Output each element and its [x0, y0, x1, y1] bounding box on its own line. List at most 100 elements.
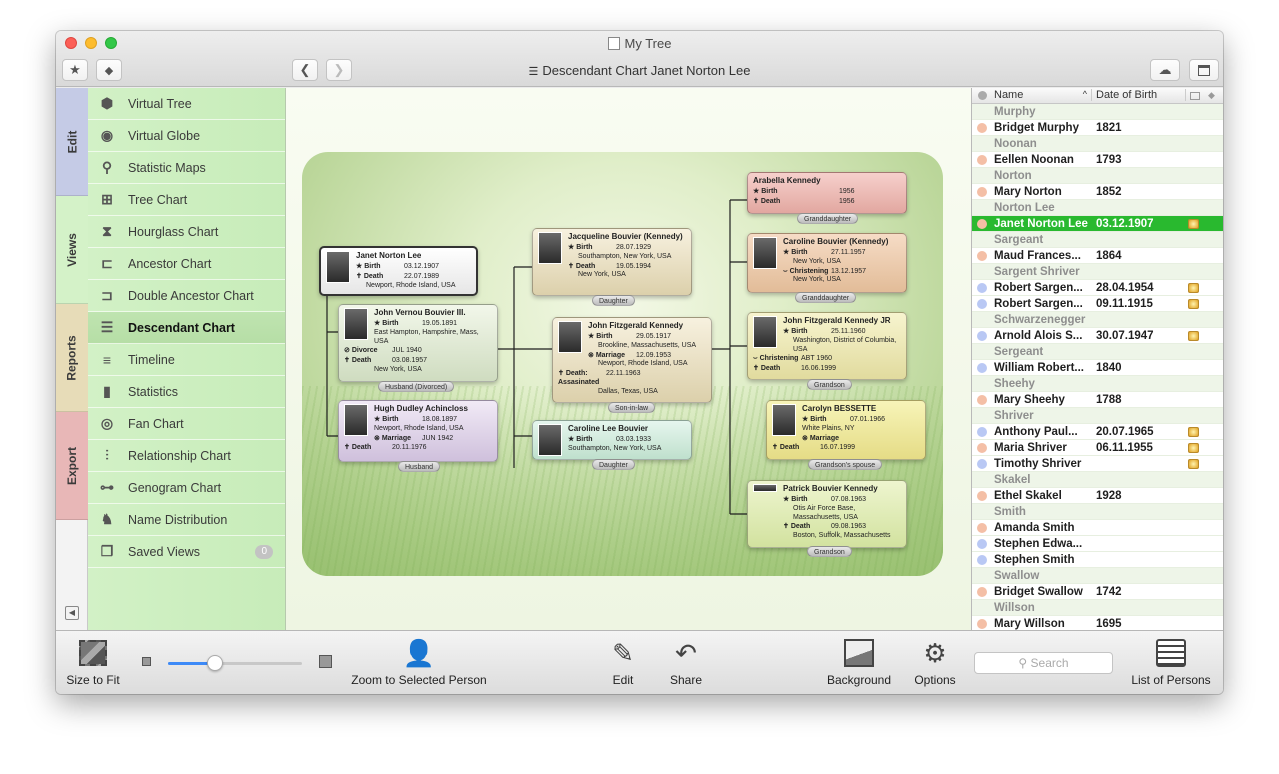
edit-button[interactable]: ✎ Edit [602, 631, 644, 694]
death-date: 20.11.1976 [392, 444, 427, 452]
birth-date: 19.05.1891 [422, 320, 458, 327]
tab-views[interactable]: Views [56, 196, 88, 304]
map-pin-icon: ⚲ [101, 159, 113, 175]
tab-export[interactable]: Export [56, 412, 88, 520]
person-birth-date: 1742 [1096, 586, 1122, 598]
chart-canvas[interactable]: Janet Norton Lee ★ Birth 03.12.1907 ✝ Dea… [286, 88, 971, 630]
sidebar-item-fan-chart[interactable]: ◎ Fan Chart [88, 408, 285, 440]
options-button[interactable]: ⚙ Options [909, 631, 961, 694]
christening-place: New York, USA [793, 276, 841, 284]
person-card-caroline-bouvier-kennedy[interactable]: Caroline Bouvier (Kennedy) ★ Birth 27.11.… [747, 233, 907, 293]
person-row[interactable]: Mary Willson 1695 [972, 616, 1223, 630]
person-card-hugh-dudley-achincloss[interactable]: Hugh Dudley Achincloss ★ Birth 18.08.1897… [338, 400, 498, 462]
sidebar-item-label: Double Ancestor Chart [128, 288, 254, 303]
person-birth-date: 1695 [1096, 618, 1122, 630]
person-row[interactable]: Maud Frances... 1864 [972, 248, 1223, 264]
person-row[interactable]: Anthony Paul... 20.07.1965 [972, 424, 1223, 440]
person-name: Stephen Edwa... [994, 538, 1083, 550]
share-button[interactable]: ↶ Share [661, 631, 711, 694]
person-row[interactable]: William Robert... 1840 [972, 360, 1223, 376]
window-layout-button[interactable] [1189, 59, 1219, 81]
person-card-arabella-kennedy[interactable]: Arabella Kennedy ★ Birth 1956 ✝ Death 1956 [747, 172, 907, 214]
birth-label: ★ Birth [568, 244, 593, 251]
sidebar-item-virtual-tree[interactable]: ⬢ Virtual Tree [88, 88, 285, 120]
person-row[interactable]: Bridget Murphy 1821 [972, 120, 1223, 136]
sidebar-item-genogram-chart[interactable]: ⊶ Genogram Chart [88, 472, 285, 504]
person-row[interactable]: Eellen Noonan 1793 [972, 152, 1223, 168]
person-name: Bridget Murphy [994, 122, 1079, 134]
person-row[interactable]: Timothy Shriver [972, 456, 1223, 472]
zoom-slider-knob[interactable] [206, 655, 223, 671]
name-column-header[interactable]: Name ^ [994, 89, 1092, 101]
person-row[interactable]: Mary Norton 1852 [972, 184, 1223, 200]
portrait-photo [326, 251, 350, 283]
search-placeholder: Search [1030, 656, 1069, 670]
person-row[interactable]: Robert Sargen... 09.11.1915 [972, 296, 1223, 312]
date-column-header[interactable]: Date of Birth [1096, 89, 1186, 101]
options-label: Options [914, 673, 956, 687]
sidebar-item-name-distribution[interactable]: ♞ Name Distribution [88, 504, 285, 536]
person-birth-date: 1852 [1096, 186, 1122, 198]
death-date: 09.08.1963 [831, 523, 867, 531]
sidebar-item-virtual-globe[interactable]: ◉ Virtual Globe [88, 120, 285, 152]
person-card-john-vernou-bouvier[interactable]: John Vernou Bouvier III. ★ Birth 19.05.18… [338, 304, 498, 382]
surname-group-header: Noonan [972, 136, 1223, 152]
person-card-patrick-bouvier-kennedy[interactable]: Patrick Bouvier Kennedy ★ Birth 07.08.196… [747, 480, 907, 548]
search-field[interactable]: ⚲ Search [974, 652, 1113, 674]
tab-edit[interactable]: Edit [56, 88, 88, 196]
person-card-jfk-jr[interactable]: John Fitzgerald Kennedy JR ★ Birth 25.11.… [747, 312, 907, 380]
person-row[interactable]: Stephen Smith [972, 552, 1223, 568]
zoom-slider[interactable] [168, 655, 302, 671]
sidebar-item-label: Saved Views [128, 544, 201, 559]
collapse-sidebar-button[interactable]: ◀ [65, 606, 79, 620]
birth-date: 1956 [839, 188, 855, 195]
person-card-caroline-lee-bouvier[interactable]: Caroline Lee Bouvier ★ Birth 03.03.1933 S… [532, 420, 692, 460]
person-card-carolyn-bessette[interactable]: Carolyn BESSETTE ★ Birth 07.01.1966 White… [766, 400, 926, 460]
cloud-button[interactable]: ☁ [1150, 59, 1180, 81]
share-icon: ↶ [675, 638, 697, 668]
sidebar-item-double-ancestor-chart[interactable]: ⊐ Double Ancestor Chart [88, 280, 285, 312]
sidebar-item-timeline[interactable]: ≡ Timeline [88, 344, 285, 376]
sidebar-item-descendant-chart[interactable]: ☰ Descendant Chart [88, 312, 285, 344]
person-name: Ethel Skakel [994, 490, 1062, 502]
person-row[interactable]: Ethel Skakel 1928 [972, 488, 1223, 504]
female-gender-icon [977, 187, 987, 197]
sidebar-item-ancestor-chart[interactable]: ⊏ Ancestor Chart [88, 248, 285, 280]
tree-chart-icon: ⊞ [101, 191, 113, 207]
person-card-jacqueline-bouvier[interactable]: Jacqueline Bouvier (Kennedy) ★ Birth 28.0… [532, 228, 692, 296]
person-row[interactable]: Amanda Smith [972, 520, 1223, 536]
birth-date: 25.11.1960 [831, 328, 866, 335]
person-birth-date: 03.12.1907 [1096, 218, 1154, 230]
sidebar-item-label: Relationship Chart [128, 448, 231, 463]
female-gender-icon [977, 251, 987, 261]
sidebar-item-hourglass-chart[interactable]: ⧗ Hourglass Chart [88, 216, 285, 248]
death-label: ✝ Death [783, 523, 811, 531]
sidebar-item-statistic-maps[interactable]: ⚲ Statistic Maps [88, 152, 285, 184]
person-row[interactable]: Arnold Alois S... 30.07.1947 [972, 328, 1223, 344]
sidebar-item-tree-chart[interactable]: ⊞ Tree Chart [88, 184, 285, 216]
tab-reports[interactable]: Reports [56, 304, 88, 412]
list-of-persons-button[interactable]: List of Persons [1126, 631, 1216, 694]
person-card-john-fitzgerald-kennedy[interactable]: John Fitzgerald Kennedy ★ Birth 29.05.191… [552, 317, 712, 403]
birth-label-text: Birth [382, 320, 399, 327]
person-row[interactable]: Janet Norton Lee 03.12.1907 [972, 216, 1223, 232]
person-row[interactable]: Robert Sargen... 28.04.1954 [972, 280, 1223, 296]
media-column-icon [1190, 92, 1200, 100]
background-button[interactable]: Background [824, 631, 894, 694]
birth-date: 28.07.1929 [616, 244, 652, 251]
size-to-fit-button[interactable]: Size to Fit [62, 631, 124, 694]
person-row[interactable]: Maria Shriver 06.11.1955 [972, 440, 1223, 456]
zoom-to-selected-person-button[interactable]: 👤 Zoom to Selected Person [346, 631, 492, 694]
birth-date: 07.08.1963 [831, 496, 867, 503]
sidebar-item-saved-views[interactable]: ❐ Saved Views 0 [88, 536, 285, 568]
person-row[interactable]: Mary Sheehy 1788 [972, 392, 1223, 408]
sidebar-item-relationship-chart[interactable]: ⫶ Relationship Chart [88, 440, 285, 472]
person-card-janet-norton-lee[interactable]: Janet Norton Lee ★ Birth 03.12.1907 ✝ Dea… [319, 246, 478, 296]
death-place: Boston, Suffolk, Massachusetts [793, 532, 891, 539]
christening-label: ⌣ Christening [753, 355, 799, 363]
person-row[interactable]: Bridget Swallow 1742 [972, 584, 1223, 600]
sidebar-item-statistics[interactable]: ▮ Statistics [88, 376, 285, 408]
person-row[interactable]: Stephen Edwa... [972, 536, 1223, 552]
death-place: New York, USA [374, 365, 422, 373]
person-birth-date: 30.07.1947 [1096, 330, 1154, 342]
